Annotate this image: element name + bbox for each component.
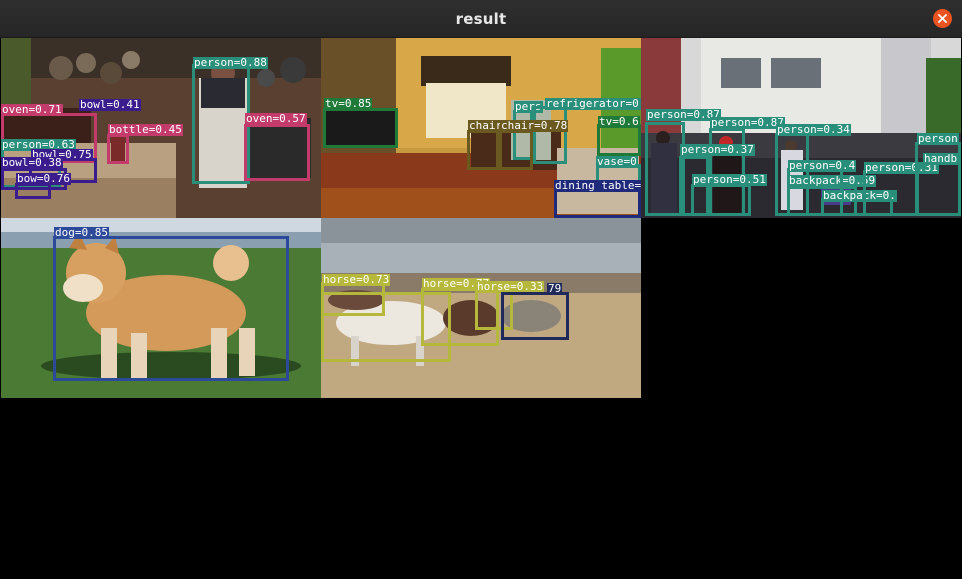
result-canvas: person=0.88 oven=0.71 bowl=0.41 bottle=0… [1,38,961,578]
detection-label: chair=0.78 [500,119,569,132]
bbox-chair [467,130,499,170]
bbox-chair [499,130,533,170]
panel-horses: horse=0.73 horse=0.77 horse=0.33 79 [321,218,641,398]
close-button[interactable] [933,9,952,28]
detection-label: tv=0.6 [598,115,640,128]
detection-label: dog=0.85 [54,226,109,239]
detection-label: horse=0.73 [322,273,391,286]
title-bar[interactable]: result [0,0,962,38]
detection-label: dining table=0 [554,180,641,192]
detection-label: bowl=0.41 [79,98,141,111]
detection-label: oven=0.71 [1,103,63,116]
detection-label: person=0.87 [710,116,785,129]
detection-label: oven=0.57 [245,112,307,125]
detection-label: chair [468,119,504,132]
bbox-tv [323,108,398,148]
bbox-horse [501,292,569,340]
bbox-person [863,170,919,216]
window-title: result [455,10,507,28]
bbox-bowl [15,183,51,199]
close-icon [938,14,947,23]
empty-canvas-area [641,218,961,398]
bbox-refrigerator [533,106,567,164]
detection-label: bow=0.76 [16,172,71,185]
panel-street-crowd: person=0.87 person=0.87 person=0.34 pers… [641,38,961,218]
detection-label: person=0.88 [193,56,268,69]
empty-canvas-area [1,398,961,578]
bbox-bottle [107,134,129,164]
panel-living-room: tv=0.85 pers refrigerator=0. chair chair… [321,38,641,218]
bbox-person [192,64,250,184]
detection-label: person [917,132,959,145]
bbox-person [691,184,751,216]
detection-label: person=0.51 [692,173,767,186]
panel-dog: dog=0.85 [1,218,321,398]
detection-label: person=0.34 [776,123,851,136]
detection-label: 79 [547,282,563,295]
detection-label: refrigerator=0. [545,98,641,110]
detection-label: tv=0.85 [324,97,373,110]
panel-kitchen: person=0.88 oven=0.71 bowl=0.41 bottle=0… [1,38,321,218]
bbox-dining-table [554,188,641,218]
detection-label: handb [923,152,959,165]
bbox-dog [53,236,289,381]
detection-label: vase=0 [596,155,638,168]
bbox-oven [244,124,310,181]
bbox-horse [321,282,385,316]
detection-label: bowl=0.38 [1,156,63,169]
bbox-tv [597,124,641,156]
detection-label: person=0.37 [680,143,755,156]
detection-label: bottle=0.45 [108,123,183,136]
detection-label: person=0.4 [788,159,857,172]
app-window: result person=0.88 oven=0.71 bowl=0.41 b… [0,0,962,579]
